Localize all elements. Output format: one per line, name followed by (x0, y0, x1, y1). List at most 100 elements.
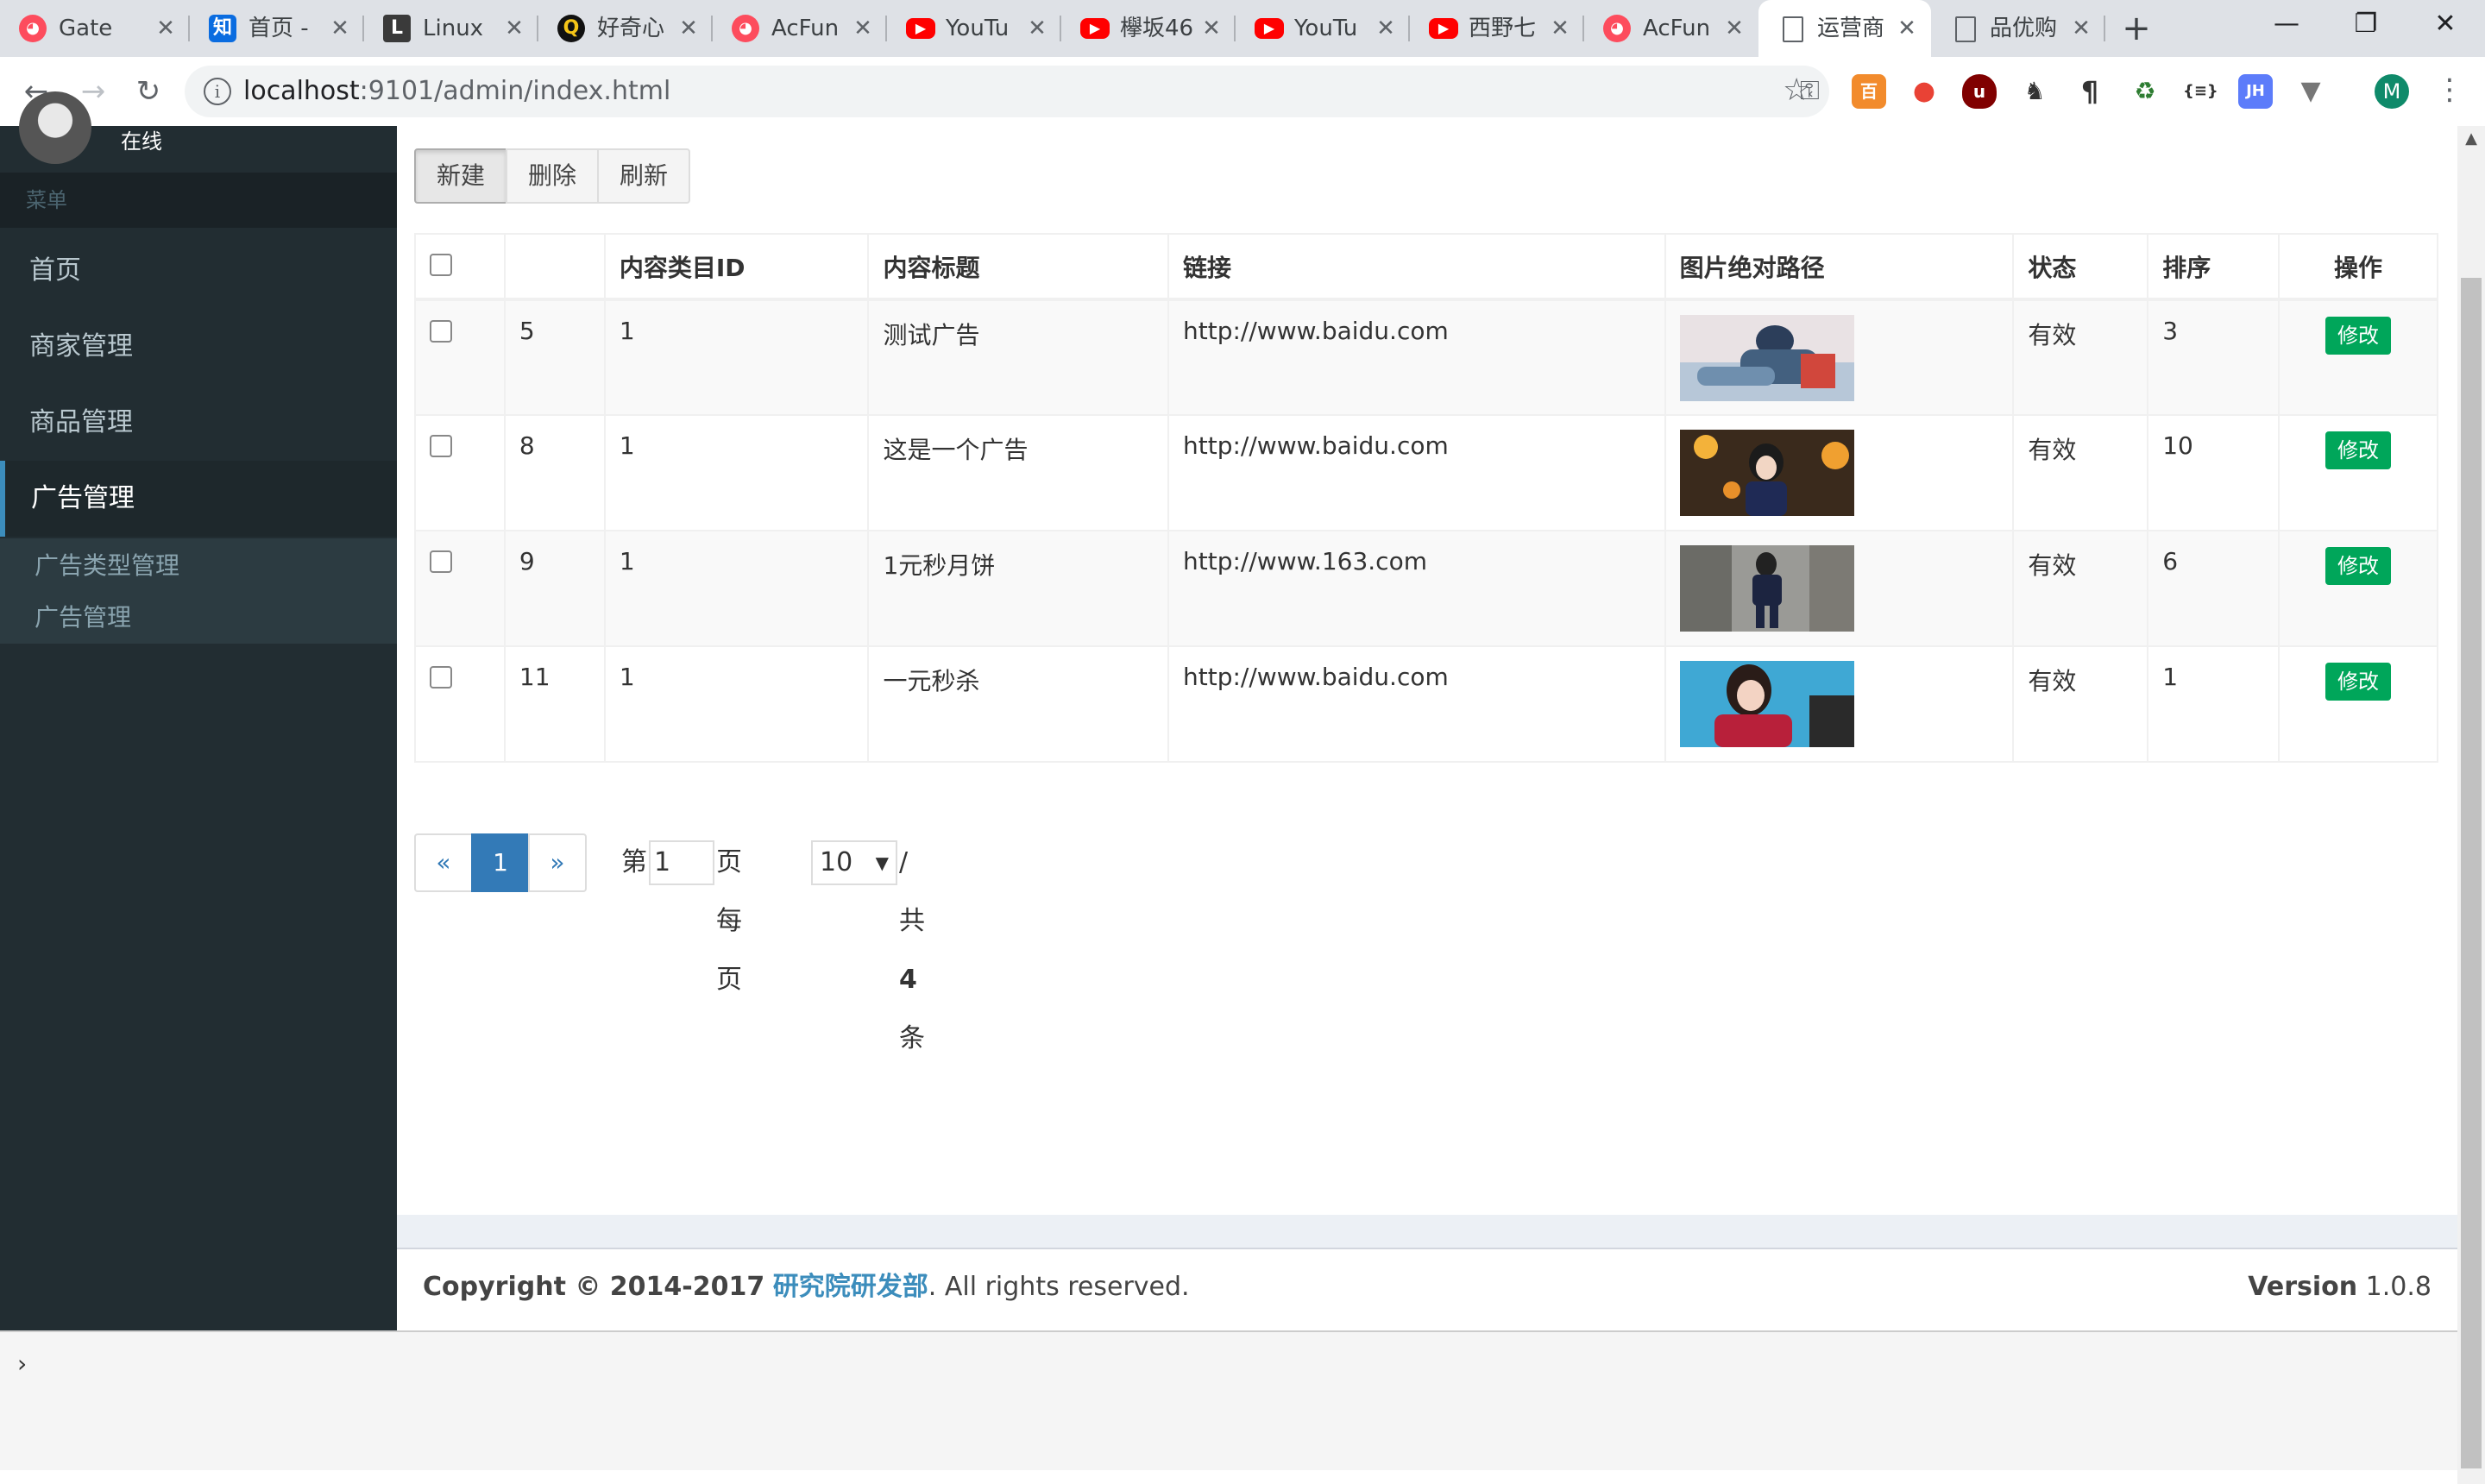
acfun-icon: ◕ (732, 15, 759, 42)
tab-close-icon[interactable]: ✕ (1374, 13, 1398, 44)
sidebar-item-goods[interactable]: 商品管理 (0, 385, 397, 461)
tab-close-icon[interactable]: ✕ (1025, 13, 1049, 44)
column-header-sort: 排序 (2147, 233, 2281, 301)
json-braces-icon[interactable]: {≡} (2183, 74, 2218, 109)
scroll-up-arrow-icon[interactable]: ▲ (2457, 129, 2485, 148)
youtube-icon: ▶ (1080, 18, 1110, 39)
tab-close-icon[interactable]: ✕ (1548, 13, 1572, 44)
browser-tab[interactable]: ◕ Gate ✕ (0, 0, 190, 57)
sidebar-item-home[interactable]: 首页 (0, 233, 397, 309)
table-row: 5 1 测试广告 http://www.baidu.com 有效 3 修改 (414, 299, 2438, 416)
browser-tab[interactable]: ▶ 西野七 ✕ (1410, 0, 1584, 57)
sidebar-subitem-ad-types[interactable]: 广告类型管理 (35, 547, 179, 585)
browser-tab[interactable]: ▶ YouTu ✕ (887, 0, 1061, 57)
close-window-icon[interactable]: ✕ (2406, 0, 2485, 52)
extension-icon[interactable]: ♻ (2128, 74, 2162, 109)
edit-button[interactable]: 修改 (2325, 663, 2392, 701)
copyright-text: Copyright © 2014-2017 研究院研发部. All rights… (423, 1272, 1190, 1302)
profile-avatar[interactable]: M (2375, 74, 2409, 109)
edit-button[interactable]: 修改 (2325, 431, 2392, 469)
user-avatar (19, 91, 91, 164)
refresh-button[interactable]: 刷新 (597, 148, 690, 204)
edit-button[interactable]: 修改 (2325, 317, 2392, 355)
browser-tab[interactable]: ◕ AcFun ✕ (713, 0, 887, 57)
org-link[interactable]: 研究院研发部 (773, 1272, 928, 1302)
page-size-select[interactable]: 10 ▼ (811, 840, 897, 885)
tab-close-icon[interactable]: ✕ (1895, 13, 1919, 44)
new-button[interactable]: 新建 (414, 148, 507, 204)
tab-title: Gate (59, 16, 113, 41)
browser-toolbar: ← → ↻ i localhost:9101/admin/index.html … (0, 57, 2485, 126)
total-count-text: /共4条 (899, 847, 925, 1053)
row-checkbox[interactable] (430, 666, 452, 689)
next-page-button[interactable]: » (528, 833, 587, 892)
row-checkbox[interactable] (430, 320, 452, 343)
location-pin-icon[interactable]: ● (1907, 74, 1941, 109)
site-info-icon[interactable]: i (204, 78, 231, 105)
more-menu-icon[interactable]: ⋮ (2435, 72, 2464, 107)
tab-close-icon[interactable]: ✕ (676, 13, 701, 44)
restore-icon[interactable]: ❐ (2326, 0, 2406, 52)
sidebar-subitem-ads[interactable]: 广告管理 (35, 599, 131, 637)
tab-title: YouTu (1294, 16, 1358, 41)
browser-tab-active[interactable]: 运营商 ✕ (1758, 0, 1931, 57)
minimize-icon[interactable]: — (2247, 0, 2326, 52)
browser-tab[interactable]: 知 首页 - ✕ (190, 0, 364, 57)
console-panel[interactable]: › (0, 1330, 2457, 1470)
cell-title: 一元秒杀 (867, 645, 1170, 763)
extension-icon[interactable]: ♞ (2017, 74, 2052, 109)
tab-close-icon[interactable]: ✕ (2069, 13, 2093, 44)
cell-category-id: 1 (603, 530, 870, 647)
column-header-id (503, 233, 606, 301)
tab-close-icon[interactable]: ✕ (1199, 13, 1224, 44)
cell-sort: 10 (2147, 414, 2281, 531)
browser-tab[interactable]: ▶ 欅坂46 ✕ (1061, 0, 1236, 57)
scrollbar-thumb[interactable] (2461, 278, 2482, 1468)
vue-devtools-icon[interactable]: ▼ (2293, 74, 2328, 109)
browser-tab[interactable]: L Linux ✕ (364, 0, 538, 57)
select-all-checkbox[interactable] (430, 254, 452, 276)
tab-close-icon[interactable]: ✕ (328, 13, 352, 44)
page-number-input[interactable]: 1 (649, 840, 714, 885)
tab-close-icon[interactable]: ✕ (154, 13, 178, 44)
table-row: 9 1 1元秒月饼 http://www.163.com 有效 6 修改 (414, 530, 2438, 647)
column-header-image-path: 图片绝对路径 (1664, 233, 2015, 301)
page-footer: Copyright © 2014-2017 研究院研发部. All rights… (397, 1248, 2457, 1330)
row-checkbox[interactable] (430, 550, 452, 573)
browser-tab[interactable]: ▶ YouTu ✕ (1236, 0, 1410, 57)
column-header-status: 状态 (2012, 233, 2149, 301)
sidebar-item-merchants[interactable]: 商家管理 (0, 309, 397, 385)
tab-title: Linux (423, 16, 484, 41)
address-bar[interactable]: i localhost:9101/admin/index.html ⚿ (185, 66, 1829, 117)
tab-close-icon[interactable]: ✕ (851, 13, 875, 44)
prev-page-button[interactable]: « (414, 833, 473, 892)
column-header-actions: 操作 (2278, 233, 2438, 301)
main-content: 新建 删除 刷新 内容类目ID 内容标题 链接 图片绝对路径 状态 排序 操作 … (397, 126, 2457, 1330)
youtube-icon: ▶ (1255, 18, 1284, 39)
url-text: localhost:9101/admin/index.html (243, 76, 671, 106)
jh-icon[interactable]: JH (2238, 74, 2273, 109)
cell-status: 有效 (2012, 530, 2149, 647)
pilcrow-icon[interactable]: ¶ (2073, 74, 2107, 109)
table-row: 8 1 这是一个广告 http://www.baidu.com 有效 10 修改 (414, 414, 2438, 531)
browser-tab[interactable]: 品优购 ✕ (1931, 0, 2105, 57)
new-tab-plus-icon[interactable]: + (2116, 9, 2157, 48)
browser-tab[interactable]: ◕ AcFun ✕ (1584, 0, 1758, 57)
sidebar-item-ads[interactable]: 广告管理 (0, 461, 397, 537)
edit-button[interactable]: 修改 (2325, 547, 2392, 585)
tab-close-icon[interactable]: ✕ (502, 13, 526, 44)
row-checkbox[interactable] (430, 435, 452, 457)
vertical-scrollbar[interactable]: ▲ (2457, 126, 2485, 1484)
reload-icon[interactable]: ↻ (128, 71, 169, 112)
page-1-button[interactable]: 1 (471, 833, 530, 892)
zhihu-icon: 知 (209, 15, 236, 42)
cell-link: http://www.baidu.com (1167, 645, 1666, 763)
admin-sidebar: 在线 菜单 首页 商家管理 商品管理 广告管理 广告类型管理 广告管理 (0, 91, 397, 1334)
bookmark-star-icon[interactable]: ☆ (1783, 72, 1810, 108)
extension-icon[interactable]: 百 (1852, 74, 1886, 109)
tab-close-icon[interactable]: ✕ (1722, 13, 1746, 44)
ad-thumbnail-image (1679, 315, 1854, 401)
delete-button[interactable]: 删除 (506, 148, 599, 204)
browser-tab[interactable]: Q 好奇心 ✕ (538, 0, 713, 57)
ublock-shield-icon[interactable]: u (1962, 74, 1997, 109)
